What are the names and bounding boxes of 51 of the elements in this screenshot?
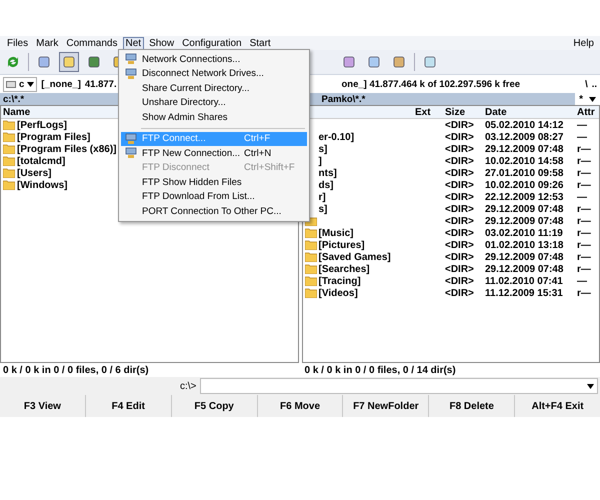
attr-cell-text: r— xyxy=(576,240,592,250)
size-cell-text: <DIR> xyxy=(444,168,475,178)
date-cell-text: 10.02.2010 14:58 xyxy=(484,156,564,166)
free-space: 41.877. xyxy=(84,78,117,90)
size-cell-text: <DIR> xyxy=(444,288,475,298)
size-cell-text: <DIR> xyxy=(444,240,475,250)
attr-cell-text: — xyxy=(576,132,588,142)
date-cell-text: 29.12.2009 07:48 xyxy=(484,216,564,226)
attr-cell-text: — xyxy=(576,120,588,130)
size-cell-text: <DIR> xyxy=(444,216,475,226)
date-cell-text: 29.12.2009 07:48 xyxy=(484,144,564,154)
attr-cell-text: r— xyxy=(576,144,592,154)
attr-cell-text: r— xyxy=(576,168,592,178)
attr-cell-text: — xyxy=(576,192,588,202)
attr-cell-text: r— xyxy=(576,204,592,214)
size-cell-text: <DIR> xyxy=(444,276,475,286)
attr-cell-text: r— xyxy=(576,180,592,190)
date-cell-text: 05.02.2010 14:12 xyxy=(484,120,564,130)
size-cell-text: <DIR> xyxy=(444,264,475,274)
attr-cell-text: r— xyxy=(576,216,592,226)
date-cell-text: 22.12.2009 12:53 xyxy=(484,192,564,202)
date-cell-text: 11.02.2010 07:41 xyxy=(484,276,564,286)
date-cell-text: 27.01.2010 09:58 xyxy=(484,168,564,178)
size-cell-text: <DIR> xyxy=(444,204,475,214)
date-cell-text: 29.12.2009 07:48 xyxy=(484,252,564,262)
size-cell-text: <DIR> xyxy=(444,228,475,238)
attr-cell-text: r— xyxy=(576,156,592,166)
size-cell-text: <DIR> xyxy=(444,180,475,190)
date-cell-text: 03.02.2010 11:19 xyxy=(484,228,564,238)
date-cell-text: 11.12.2009 15:31 xyxy=(484,288,564,298)
size-cell-text: <DIR> xyxy=(444,156,475,166)
attr-cell-text: — xyxy=(576,276,588,286)
free-space: one_] 41.877.464 k of 102.297.596 k free xyxy=(342,78,520,90)
size-cell-text: <DIR> xyxy=(444,252,475,262)
attr-cell-text: r— xyxy=(576,228,592,238)
attr-cell-text: r— xyxy=(576,252,592,262)
attr-cell-text: r— xyxy=(576,288,592,298)
date-cell-text: 29.12.2009 07:48 xyxy=(484,204,564,214)
size-cell-text: <DIR> xyxy=(444,144,475,154)
size-cell-text: <DIR> xyxy=(444,192,475,202)
volume-label: [_none_] xyxy=(41,78,81,90)
prompt-label: c:\> xyxy=(180,380,196,392)
date-cell-text: 10.02.2010 09:26 xyxy=(484,180,564,190)
date-cell-text: 03.12.2009 08:27 xyxy=(484,132,564,142)
date-cell-text: 29.12.2009 07:48 xyxy=(484,264,564,274)
status-text: 0 k / 0 k in 0 / 0 files, 0 / 14 dir(s) xyxy=(304,364,457,377)
size-cell-text: <DIR> xyxy=(444,132,475,142)
status-text: 0 k / 0 k in 0 / 0 files, 0 / 6 dir(s) xyxy=(2,364,150,377)
attr-cell-text: r— xyxy=(576,264,592,274)
date-cell-text: 01.02.2010 13:18 xyxy=(484,240,564,250)
size-cell-text: <DIR> xyxy=(444,120,475,130)
